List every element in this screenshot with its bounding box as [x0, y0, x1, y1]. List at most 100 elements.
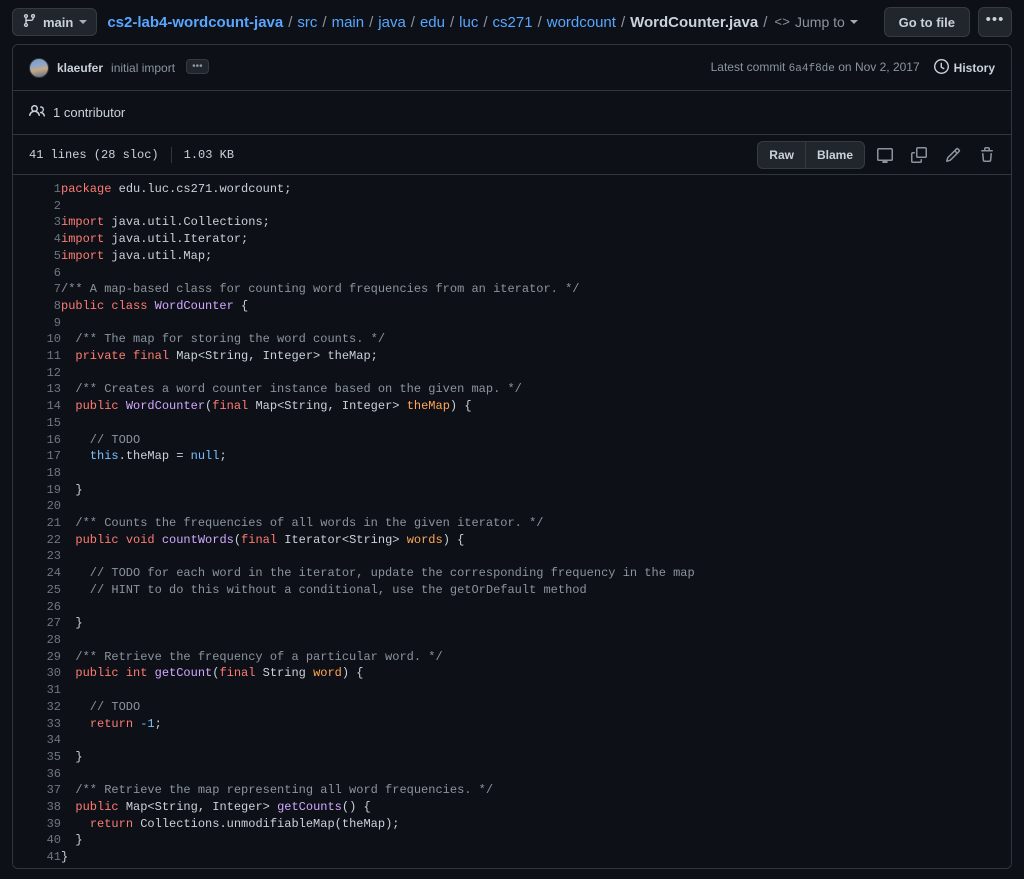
line-number[interactable]: 26 — [13, 599, 61, 616]
code-line: 24 // TODO for each word in the iterator… — [13, 565, 1011, 582]
chevron-down-icon — [849, 20, 858, 24]
line-content: public Map<String, Integer> getCounts() … — [75, 800, 371, 815]
more-options-button[interactable]: ••• — [978, 7, 1012, 37]
file-actions: Raw Blame — [757, 140, 1001, 169]
branch-selector-button[interactable]: main — [12, 8, 98, 36]
line-content: public int getCount(final String word) { — [75, 666, 364, 681]
line-number[interactable]: 12 — [13, 365, 61, 382]
line-content: return Collections.unmodifiableMap(theMa… — [89, 816, 400, 831]
line-number[interactable]: 3 — [13, 214, 61, 231]
line-number[interactable]: 20 — [13, 498, 61, 515]
line-number[interactable]: 14 — [13, 398, 61, 415]
line-number[interactable]: 34 — [13, 732, 61, 749]
line-number[interactable]: 11 — [13, 348, 61, 365]
line-number[interactable]: 13 — [13, 381, 61, 398]
line-number[interactable]: 24 — [13, 565, 61, 582]
file-toolbar: 41 lines (28 sloc) 1.03 KB Raw Blame — [13, 135, 1011, 175]
line-content: ​ — [61, 198, 1011, 215]
line-number[interactable]: 4 — [13, 231, 61, 248]
breadcrumb-cs271[interactable]: cs271 — [493, 14, 533, 31]
line-number[interactable]: 21 — [13, 515, 61, 532]
line-number[interactable]: 31 — [13, 682, 61, 699]
line-content: ​ — [61, 682, 1011, 699]
line-number[interactable]: 22 — [13, 532, 61, 549]
line-number[interactable]: 29 — [13, 649, 61, 666]
line-content: // TODO for each word in the iterator, u… — [61, 566, 695, 581]
line-number[interactable]: 18 — [13, 465, 61, 482]
copy-contents-button[interactable] — [905, 141, 933, 169]
go-to-file-button[interactable]: Go to file — [883, 7, 970, 37]
jump-to-button[interactable]: <> Jump to — [774, 14, 858, 30]
line-number[interactable]: 40 — [13, 832, 61, 849]
raw-button[interactable]: Raw — [758, 142, 805, 168]
breadcrumb-wordcount[interactable]: wordcount — [547, 14, 616, 31]
code-line: 12​ — [13, 365, 1011, 382]
code-table: 1package edu.luc.cs271.wordcount;2​3impo… — [13, 181, 1011, 866]
file-stats: 41 lines (28 sloc) 1.03 KB — [29, 146, 235, 163]
line-number[interactable]: 33 — [13, 716, 61, 733]
commit-message[interactable]: initial import — [111, 61, 175, 75]
line-number[interactable]: 28 — [13, 632, 61, 649]
file-card: klaeufer initial import ••• Latest commi… — [12, 44, 1012, 869]
line-number[interactable]: 23 — [13, 548, 61, 565]
divider — [170, 146, 172, 163]
line-number[interactable]: 7 — [13, 281, 61, 298]
commit-date: Nov 2, 2017 — [854, 60, 920, 74]
edit-file-button[interactable] — [939, 141, 967, 169]
file-size-label: 1.03 KB — [183, 147, 235, 162]
code-line: 40 } — [13, 832, 1011, 849]
code-line: 35 } — [13, 749, 1011, 766]
history-button[interactable]: History — [933, 58, 995, 77]
blame-button[interactable]: Blame — [804, 141, 864, 168]
line-content: } — [61, 850, 69, 865]
code-line: 19 } — [13, 482, 1011, 499]
breadcrumb-edu[interactable]: edu — [420, 14, 445, 31]
breadcrumb-current-file: WordCounter.java — [630, 13, 759, 31]
line-number[interactable]: 36 — [13, 766, 61, 783]
breadcrumb-java[interactable]: java — [378, 14, 406, 31]
open-in-desktop-button[interactable] — [871, 141, 899, 169]
breadcrumb-main[interactable]: main — [332, 14, 365, 31]
line-number[interactable]: 2 — [13, 198, 61, 215]
line-number[interactable]: 37 — [13, 782, 61, 799]
breadcrumb-repo[interactable]: cs2-lab4-wordcount-java — [107, 14, 283, 31]
line-content: /** A map-based class for counting word … — [61, 282, 580, 297]
line-number[interactable]: 5 — [13, 248, 61, 265]
line-number[interactable]: 25 — [13, 582, 61, 599]
commit-sha[interactable]: 6a4f8de — [789, 63, 835, 75]
line-number[interactable]: 10 — [13, 331, 61, 348]
line-content: ​ — [61, 265, 1011, 282]
line-content: public WordCounter(final Map<String, Int… — [75, 399, 472, 414]
breadcrumb-luc[interactable]: luc — [459, 14, 478, 31]
commit-author[interactable]: klaeufer — [57, 61, 103, 75]
line-number[interactable]: 6 — [13, 265, 61, 282]
code-line: 21 /** Counts the frequencies of all wor… — [13, 515, 1011, 532]
avatar[interactable] — [29, 57, 49, 78]
line-number[interactable]: 15 — [13, 415, 61, 432]
line-number[interactable]: 30 — [13, 665, 61, 682]
header-actions: Go to file ••• — [883, 7, 1012, 37]
line-number[interactable]: 32 — [13, 699, 61, 716]
line-number[interactable]: 41 — [13, 849, 61, 866]
line-number[interactable]: 35 — [13, 749, 61, 766]
line-content: /** Retrieve the map representing all wo… — [61, 783, 494, 798]
line-number[interactable]: 19 — [13, 482, 61, 499]
line-number[interactable]: 17 — [13, 448, 61, 465]
contributor-count-label[interactable]: 1 contributor — [53, 105, 125, 120]
line-number[interactable]: 9 — [13, 315, 61, 332]
line-content: } — [61, 749, 83, 764]
code-line: 6​ — [13, 265, 1011, 282]
delete-file-button[interactable] — [973, 141, 1001, 169]
line-content: public void countWords(final Iterator<St… — [75, 532, 465, 547]
line-number[interactable]: 39 — [13, 816, 61, 833]
line-number[interactable]: 16 — [13, 432, 61, 449]
line-number[interactable]: 1 — [13, 181, 61, 198]
code-line: 39 return Collections.unmodifiableMap(th… — [13, 816, 1011, 833]
breadcrumb-src[interactable]: src — [297, 14, 317, 31]
line-number[interactable]: 38 — [13, 799, 61, 816]
breadcrumb-separator: / — [288, 13, 293, 31]
line-number[interactable]: 8 — [13, 298, 61, 315]
line-number[interactable]: 27 — [13, 615, 61, 632]
line-content: ​ — [61, 599, 1011, 616]
expand-commit-message-button[interactable]: ••• — [186, 59, 209, 74]
